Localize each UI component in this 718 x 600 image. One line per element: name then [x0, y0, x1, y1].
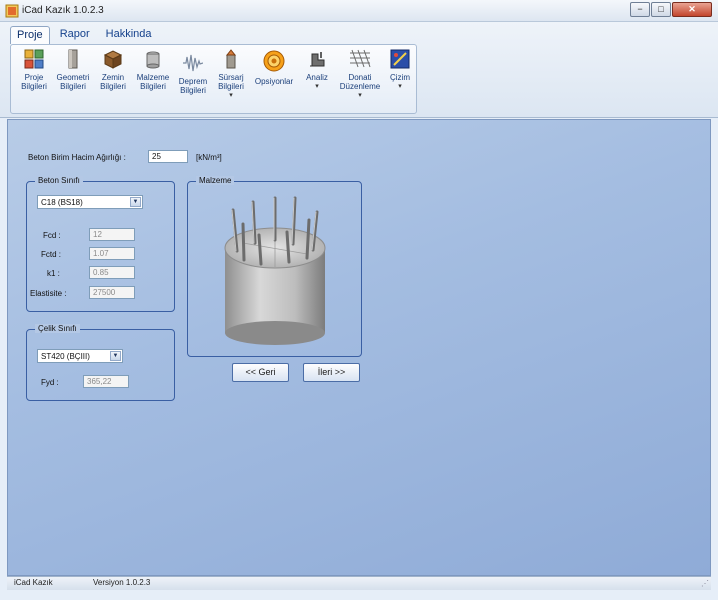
geometry-label-2: Bilgileri: [60, 82, 86, 91]
title-bar: iCad Kazık 1.0.2.3 − □ ✕: [0, 0, 718, 22]
concrete-pile-image: [224, 196, 326, 345]
elastisite-label: Elastisite :: [30, 289, 67, 298]
ribbon: Proje Rapor Hakkinda Proje Bilgileri Geo…: [0, 22, 718, 118]
next-button[interactable]: İleri >>: [303, 363, 360, 382]
status-version: Versiyon 1.0.2.3: [93, 578, 151, 587]
window-title: iCad Kazık 1.0.2.3: [22, 5, 104, 16]
concrete-class-legend: Beton Sınıfı: [35, 176, 83, 185]
tab-proje[interactable]: Proje: [10, 26, 50, 44]
fctd-field[interactable]: 1.07: [89, 247, 135, 260]
project-info-button[interactable]: Proje Bilgileri: [17, 49, 51, 91]
chevron-down-icon: ▼: [110, 351, 121, 361]
surcharge-label-2: Bilgileri: [218, 82, 244, 91]
options-label: Opsiyonlar: [254, 77, 294, 86]
geometry-label-1: Geometri: [56, 73, 90, 82]
material-group: Malzeme: [187, 176, 362, 357]
steel-class-group: Çelik Sınıfı ST420 (BÇIII) ▼ Fyd : 365,2…: [26, 324, 175, 401]
concrete-class-select[interactable]: C18 (BS18) ▼: [37, 195, 143, 209]
surcharge-button[interactable]: Sürsarj Bilgileri ▾: [213, 49, 249, 100]
options-button[interactable]: Opsiyonlar: [251, 49, 297, 86]
project-info-label-1: Proje: [24, 73, 44, 82]
steel-class-legend: Çelik Sınıfı: [35, 324, 80, 333]
fyd-field[interactable]: 365,22: [83, 375, 129, 388]
fcd-field[interactable]: 12: [89, 228, 135, 241]
tab-hakkinda[interactable]: Hakkinda: [100, 26, 158, 44]
back-button[interactable]: << Geri: [232, 363, 289, 382]
app-icon: [5, 4, 19, 18]
drawing-chevron-down-icon: ▾: [398, 83, 402, 90]
earthquake-button[interactable]: Deprem Bilgileri: [175, 53, 211, 95]
analysis-chevron-down-icon: ▾: [315, 83, 319, 90]
project-info-icon: [24, 49, 44, 69]
geometry-icon: [68, 49, 78, 69]
surcharge-icon: [225, 49, 237, 69]
soil-label-2: Bilgileri: [100, 82, 126, 91]
unit-weight-unit: [kN/m³]: [196, 153, 222, 162]
analysis-label: Analiz: [306, 73, 328, 82]
drawing-button[interactable]: Çizim ▾: [385, 49, 415, 91]
fcd-label: Fcd :: [43, 231, 61, 240]
minimize-button[interactable]: −: [630, 2, 650, 17]
reinforcement-label-1: Donati: [348, 73, 372, 82]
project-info-label-2: Bilgileri: [21, 82, 47, 91]
ribbon-tabs: Proje Rapor Hakkinda: [10, 26, 162, 44]
fyd-label: Fyd :: [41, 378, 59, 387]
tab-rapor[interactable]: Rapor: [54, 26, 96, 44]
steel-class-value: ST420 (BÇIII): [41, 352, 90, 361]
status-bar: iCad Kazık Versiyon 1.0.2.3 ⋰: [7, 576, 711, 590]
resize-grip-icon[interactable]: ⋰: [701, 579, 709, 588]
status-app-name: iCad Kazık: [14, 578, 53, 587]
concrete-class-value: C18 (BS18): [41, 198, 83, 207]
close-button[interactable]: ✕: [672, 2, 712, 17]
reinforcement-icon: [350, 49, 371, 68]
fctd-label: Fctd :: [41, 250, 62, 259]
concrete-class-group: Beton Sınıfı C18 (BS18) ▼ Fcd : 12 Fctd …: [26, 176, 175, 312]
material-legend: Malzeme: [196, 176, 235, 185]
k1-label: k1 :: [47, 269, 60, 278]
surcharge-chevron-down-icon: ▾: [229, 92, 233, 99]
unit-weight-field[interactable]: 25: [148, 150, 188, 163]
material-button[interactable]: Malzeme Bilgileri: [133, 49, 173, 91]
chevron-down-icon: ▼: [130, 197, 141, 207]
drawing-label: Çizim: [390, 73, 410, 82]
earthquake-label-1: Deprem: [178, 77, 208, 86]
steel-class-select[interactable]: ST420 (BÇIII) ▼: [37, 349, 123, 363]
soil-icon: [103, 50, 123, 69]
analysis-icon: [310, 52, 325, 67]
drawing-icon: [390, 49, 410, 69]
reinforcement-button[interactable]: Donati Düzenleme ▾: [337, 49, 383, 100]
soil-button[interactable]: Zemin Bilgileri: [95, 49, 131, 91]
options-icon: [263, 50, 285, 72]
geometry-button[interactable]: Geometri Bilgileri: [53, 49, 93, 91]
material-icon: [146, 51, 160, 69]
material-label-2: Bilgileri: [140, 82, 166, 91]
reinforcement-chevron-down-icon: ▾: [358, 92, 362, 99]
elastisite-field[interactable]: 27500: [89, 286, 135, 299]
earthquake-label-2: Bilgileri: [180, 86, 206, 95]
main-content: Beton Birim Hacim Ağırlığı : 25 [kN/m³] …: [7, 119, 711, 576]
earthquake-icon: [183, 54, 204, 72]
unit-weight-label: Beton Birim Hacim Ağırlığı :: [28, 153, 126, 162]
k1-field[interactable]: 0.85: [89, 266, 135, 279]
reinforcement-label-2: Düzenleme: [339, 82, 381, 91]
surcharge-label-1: Sürsarj: [218, 73, 244, 82]
ribbon-panel-proje: Proje Bilgileri Geometri Bilgileri Zemin…: [10, 44, 417, 114]
maximize-button[interactable]: □: [651, 2, 671, 17]
soil-label-1: Zemin: [101, 73, 125, 82]
analysis-button[interactable]: Analiz ▾: [299, 49, 335, 91]
material-label-1: Malzeme: [136, 73, 170, 82]
